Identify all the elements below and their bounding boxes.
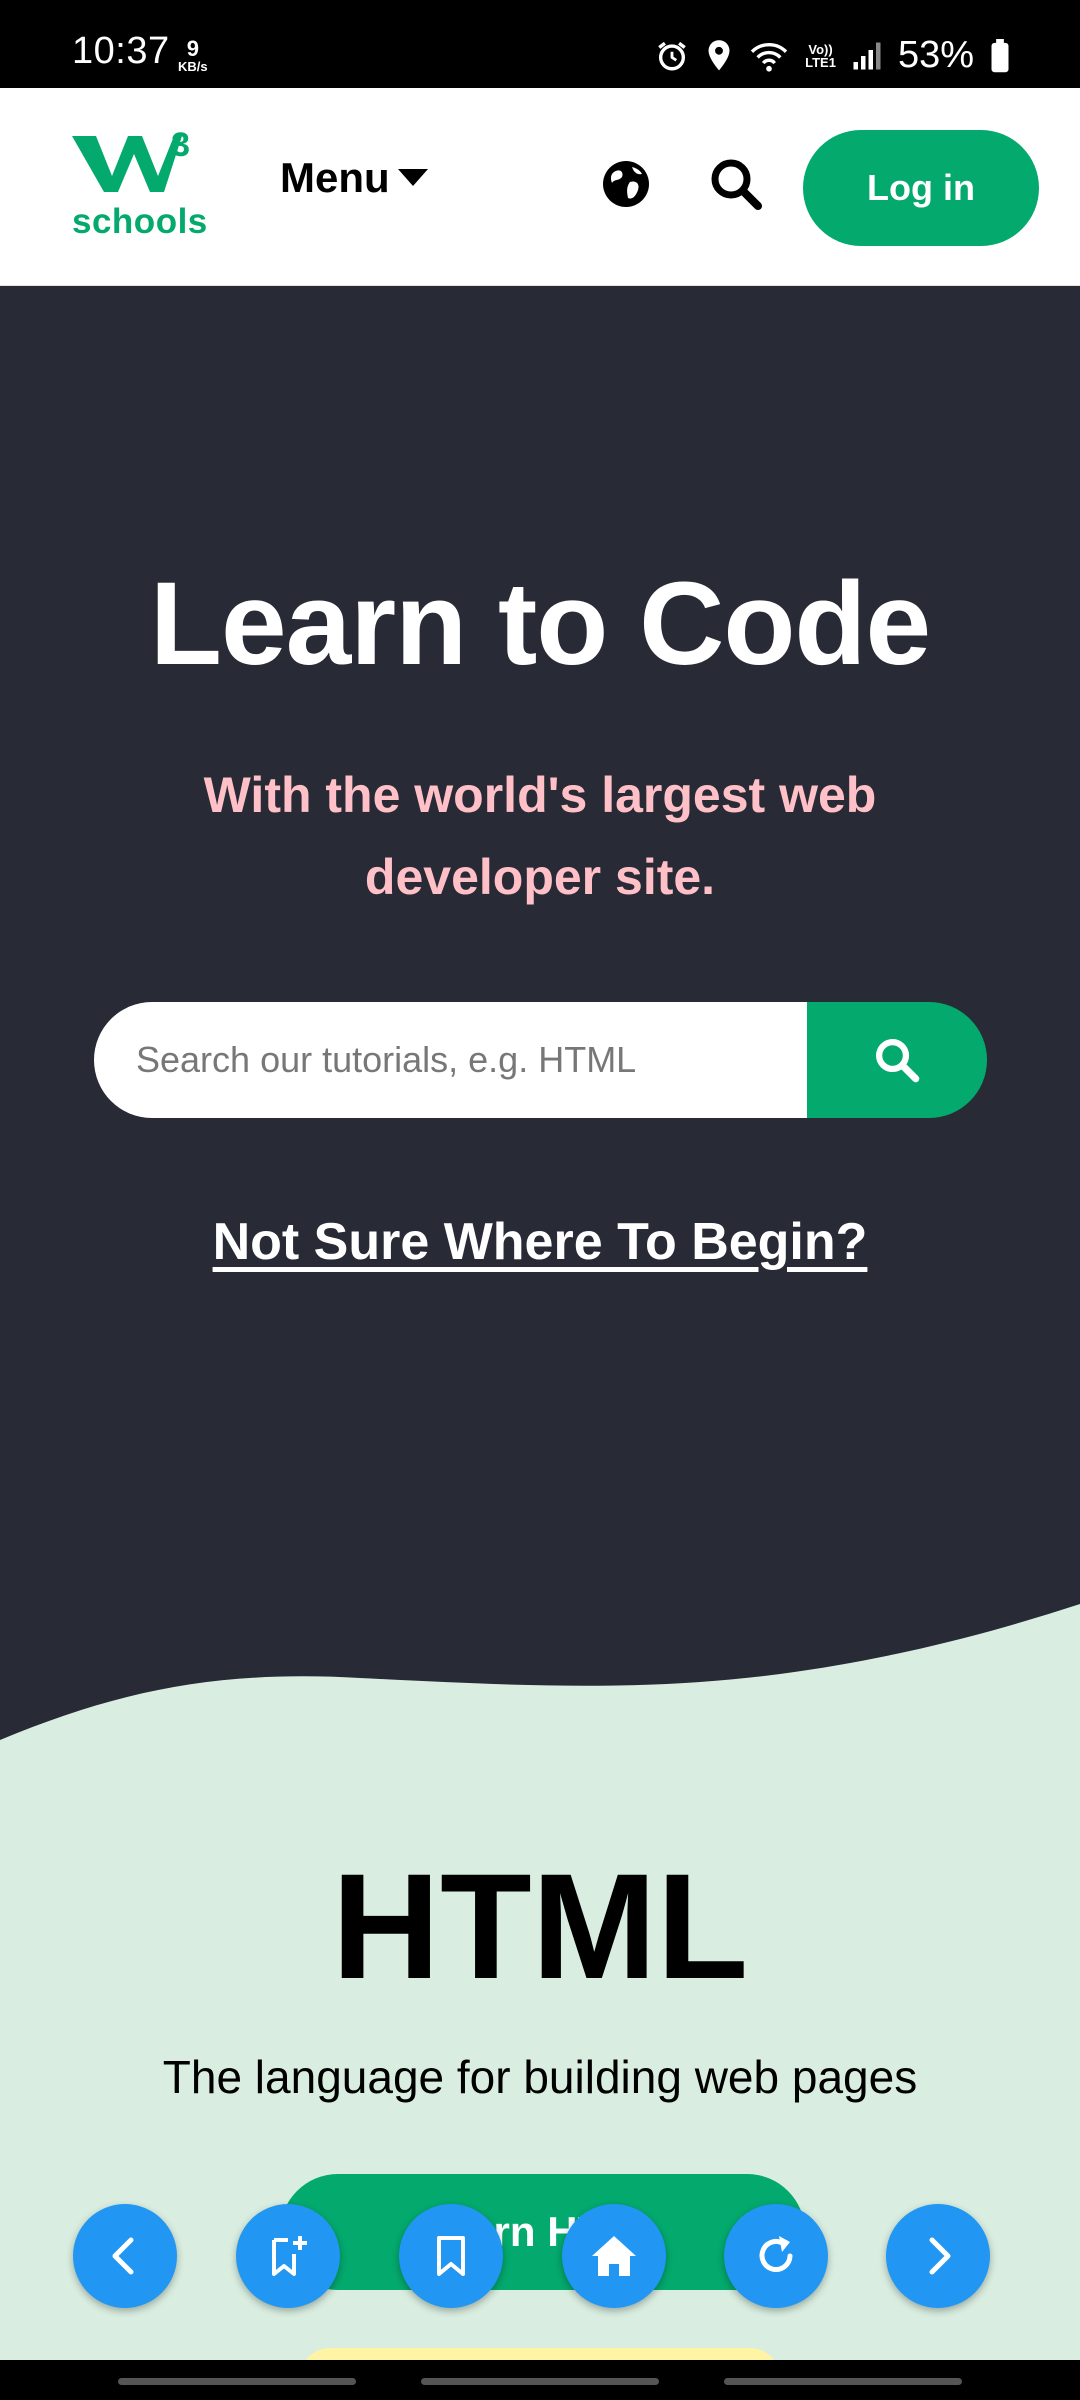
wave-divider [0,1604,1080,1760]
html-title: HTML [331,1842,749,2010]
search-icon [711,159,762,210]
volte-icon: Vo)) LTE1 [805,43,836,69]
home-icon [592,2236,636,2276]
login-button[interactable]: Log in [803,130,1039,246]
status-icons: Vo)) LTE1 53% [655,34,1010,77]
signal-icon [853,42,881,69]
battery-icon [991,38,1009,72]
alarm-icon [658,41,686,70]
network-speed-value: 9 [186,36,199,61]
wifi-icon [750,42,788,72]
menu-label: Menu [280,154,390,201]
status-bar: 10:37 9 KB/s Vo)) LTE1 53% [0,0,1080,88]
home-handle[interactable] [421,2378,659,2385]
refresh-icon [759,2236,793,2272]
not-sure-link[interactable]: Not Sure Where To Begin? [0,1212,1080,1272]
forward-button[interactable] [886,2204,990,2308]
globe-button[interactable] [600,158,652,210]
next-button-peek[interactable] [300,2348,780,2360]
volte-label: Vo)) [808,41,833,57]
tutorial-search-input[interactable] [94,1002,810,1118]
tutorial-search [94,1002,987,1118]
search-icon [876,1039,920,1083]
status-time: 10:37 [72,30,170,72]
hero-title: Learn to Code [149,558,931,690]
header-search-button[interactable] [708,156,764,212]
menu-button[interactable]: Menu [280,154,428,202]
bookmarks-icon [437,2236,465,2276]
recent-apps-handle[interactable] [118,2378,356,2385]
w3-logo-mark: 3 [72,126,190,192]
refresh-button[interactable] [724,2204,828,2308]
add-bookmark-icon [272,2236,307,2276]
hero-subtitle: With the world's largest web developer s… [203,767,877,905]
location-icon [708,39,730,70]
logo-superscript: 3 [171,128,190,164]
system-navigation-bar [0,2360,1080,2400]
back-handle[interactable] [724,2378,962,2385]
site-header: 3 schools Menu Log in [0,88,1080,286]
network-speed: 9 KB/s [178,36,208,74]
html-subtitle: The language for building web pages [162,2051,918,2103]
add-bookmark-button[interactable] [236,2204,340,2308]
tutorial-search-button[interactable] [807,1002,987,1118]
w3schools-logo[interactable]: 3 schools [72,126,207,243]
network-speed-unit: KB/s [178,59,208,74]
globe-icon [603,161,649,207]
home-button[interactable] [562,2204,666,2308]
battery-percent: 53% [897,34,974,76]
bookmarks-button[interactable] [399,2204,503,2308]
hero-section: Learn to Code With the world's largest w… [0,286,1080,1746]
caret-down-icon [397,169,428,186]
back-icon [112,2237,134,2275]
back-button[interactable] [73,2204,177,2308]
logo-text: schools [72,202,208,241]
lte-label: LTE1 [805,54,836,70]
forward-icon [929,2237,951,2275]
